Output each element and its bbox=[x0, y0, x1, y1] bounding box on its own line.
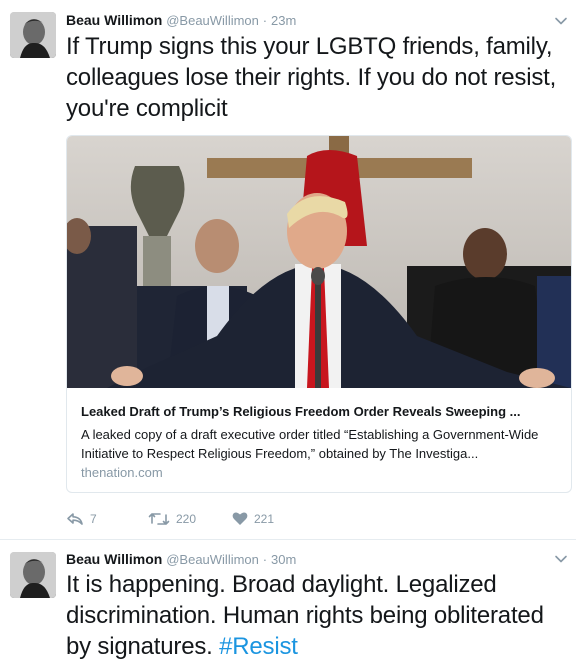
avatar[interactable] bbox=[10, 552, 56, 598]
tweet[interactable]: Beau Willimon @BeauWillimon · 30m It is … bbox=[0, 540, 576, 669]
avatar-portrait bbox=[10, 12, 56, 58]
tweet-header: Beau Willimon @BeauWillimon · 23m bbox=[66, 12, 296, 28]
separator: · bbox=[262, 13, 268, 28]
tweet-text: If Trump signs this your LGBTQ friends, … bbox=[66, 33, 557, 122]
display-name[interactable]: Beau Willimon bbox=[66, 551, 162, 567]
hashtag-link[interactable]: #Resist bbox=[219, 633, 298, 660]
reply-button[interactable]: 7 bbox=[66, 511, 97, 527]
tweet[interactable]: Beau Willimon @BeauWillimon · 23m If Tru… bbox=[0, 0, 576, 540]
tweet-header: Beau Willimon @BeauWillimon · 30m bbox=[66, 551, 296, 567]
like-count: 221 bbox=[254, 511, 275, 526]
card-domain[interactable]: thenation.com bbox=[81, 465, 163, 480]
tweet-text: It is happening. Broad daylight. Legaliz… bbox=[66, 569, 566, 662]
retweet-button[interactable]: 220 bbox=[148, 511, 196, 527]
tweet-actions: 7 220 221 bbox=[66, 511, 466, 531]
link-card[interactable]: Leaked Draft of Trump’s Religious Freedo… bbox=[66, 135, 572, 493]
display-name[interactable]: Beau Willimon bbox=[66, 12, 162, 28]
card-title[interactable]: Leaked Draft of Trump’s Religious Freedo… bbox=[81, 404, 557, 419]
reply-icon bbox=[67, 513, 83, 525]
avatar-portrait bbox=[10, 552, 56, 598]
chevron-down-icon[interactable] bbox=[554, 14, 568, 28]
retweet-count: 220 bbox=[176, 512, 197, 526]
user-handle[interactable]: @BeauWillimon bbox=[166, 13, 259, 28]
retweet-icon bbox=[148, 513, 170, 525]
card-description: A leaked copy of a draft executive order… bbox=[81, 427, 539, 461]
tweet-text-body: It is happening. Broad daylight. Legaliz… bbox=[66, 571, 544, 660]
card-image bbox=[67, 136, 571, 388]
avatar[interactable] bbox=[10, 12, 56, 58]
heart-icon bbox=[232, 512, 248, 525]
timestamp[interactable]: 23m bbox=[271, 13, 296, 28]
separator: · bbox=[262, 552, 268, 567]
timestamp[interactable]: 30m bbox=[271, 552, 296, 567]
reply-count: 7 bbox=[90, 512, 97, 526]
like-button[interactable]: 221 bbox=[232, 511, 274, 526]
user-handle[interactable]: @BeauWillimon bbox=[166, 552, 259, 567]
chevron-down-icon[interactable] bbox=[554, 552, 568, 566]
